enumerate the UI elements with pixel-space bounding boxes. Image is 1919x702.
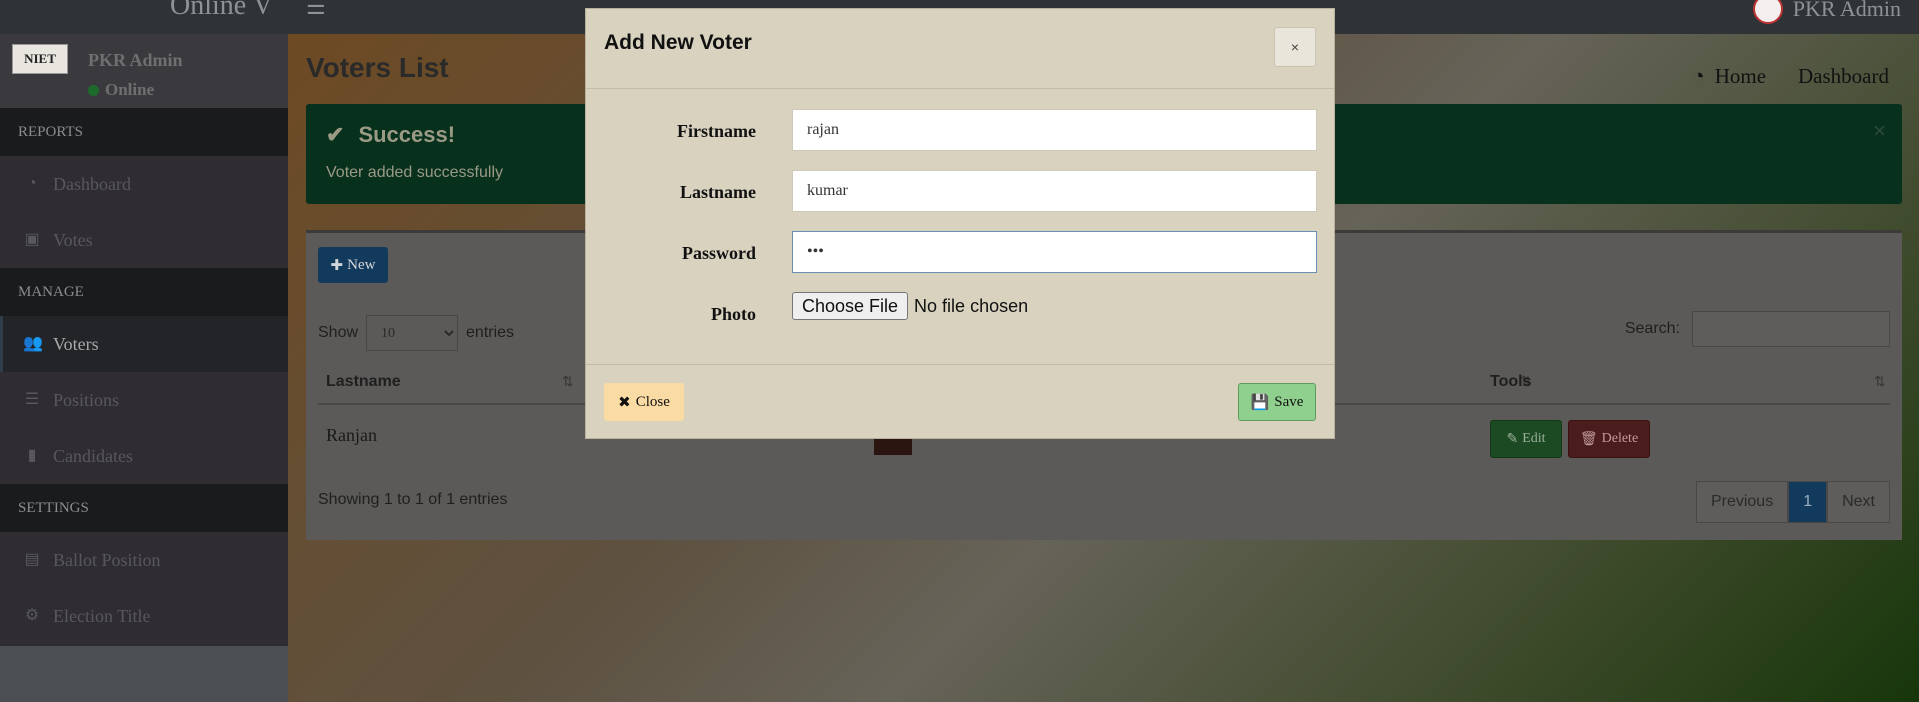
show-label: Show	[318, 324, 359, 341]
cogs-icon: ⚙	[24, 607, 40, 624]
firstname-field[interactable]	[792, 109, 1317, 151]
save-button[interactable]: 💾 Save	[1238, 383, 1316, 421]
alert-message: Voter added successfully	[326, 164, 503, 181]
sort-icon[interactable]: ⇅	[1874, 373, 1886, 390]
new-button-label: New	[347, 256, 376, 273]
menu-toggle-icon[interactable]: ☰	[306, 0, 326, 20]
breadcrumb-home[interactable]: ◔ Home	[1692, 64, 1766, 89]
sidebar-item-candidates[interactable]: ▮ Candidates	[0, 428, 288, 484]
column-header-lastname[interactable]: Lastname	[326, 373, 401, 391]
modal-header: Add New Voter ×	[586, 9, 1334, 89]
edit-icon: ✎	[1506, 431, 1519, 447]
table-search: Search:	[1625, 311, 1890, 347]
search-label: Search:	[1624, 320, 1680, 337]
save-icon: 💾	[1250, 394, 1270, 411]
check-icon: ✔	[326, 122, 345, 147]
sidebar-item-votes[interactable]: ▣ Votes	[0, 212, 288, 268]
edit-button[interactable]: ✎ Edit	[1490, 420, 1562, 458]
entries-select[interactable]: 10	[366, 315, 459, 351]
choose-file-button[interactable]: Choose File	[792, 292, 909, 320]
modal-title: Add New Voter	[604, 31, 752, 54]
sidebar-item-label: Voters	[53, 333, 99, 354]
cell-lastname: Ranjan	[326, 425, 377, 445]
new-voter-button[interactable]: ✚ New	[318, 247, 388, 283]
entries-length-control: Show 10 entries	[318, 315, 514, 351]
lastname-label: Lastname	[680, 182, 756, 202]
users-icon: 👥	[23, 335, 43, 352]
pagination: Previous 1 Next	[1695, 481, 1890, 523]
sidebar-item-label: Positions	[53, 389, 120, 410]
user-name: PKR Admin	[1792, 0, 1901, 21]
save-button-label: Save	[1274, 393, 1304, 410]
photo-file-input: Choose File No file chosen	[792, 292, 1028, 320]
photo-label: Photo	[711, 304, 756, 324]
password-label: Password	[681, 243, 756, 263]
lastname-field[interactable]	[792, 170, 1317, 212]
sidebar-user-name: PKR Admin	[88, 50, 183, 70]
user-panel: NIET PKR Admin Online	[0, 34, 288, 108]
file-icon: ▤	[24, 551, 40, 568]
trash-icon: 🗑	[1579, 431, 1598, 447]
alert-title: Success!	[358, 122, 456, 147]
edit-label: Edit	[1522, 431, 1546, 446]
sidebar-item-ballot-position[interactable]: ▤ Ballot Position	[0, 532, 288, 588]
delete-button[interactable]: 🗑 Delete	[1568, 420, 1650, 458]
firstname-row: Firstname	[586, 109, 1336, 151]
breadcrumb-home-label: Home	[1714, 64, 1767, 88]
sidebar-item-label: Ballot Position	[53, 549, 161, 570]
modal-footer: ✖ Close 💾 Save	[586, 364, 1334, 439]
section-header-manage: MANAGE	[0, 268, 288, 316]
sidebar-item-election-title[interactable]: ⚙ Election Title	[0, 588, 288, 644]
sidebar-footer	[0, 646, 288, 702]
online-status: Online	[88, 80, 154, 100]
lock-icon: ▣	[24, 231, 40, 248]
plus-icon: ✚	[330, 257, 344, 274]
pagination-previous[interactable]: Previous	[1695, 481, 1789, 523]
sort-icon[interactable]: ⇅	[562, 373, 574, 390]
file-status: No file chosen	[914, 295, 1029, 316]
badge-icon: ▮	[27, 447, 37, 464]
modal-close-icon[interactable]: ×	[1274, 27, 1316, 67]
sidebar-item-label: Dashboard	[53, 173, 131, 194]
page-title: Voters List	[306, 52, 449, 83]
alert-close-icon[interactable]: ×	[1873, 118, 1886, 144]
sidebar-item-dashboard[interactable]: ◔ Dashboard	[0, 156, 288, 212]
pagination-page-1[interactable]: 1	[1788, 481, 1828, 523]
password-field[interactable]	[792, 231, 1317, 273]
column-header-tools[interactable]: Tools	[1490, 373, 1531, 391]
close-icon: ✖	[618, 394, 631, 411]
dashboard-icon: ◔	[1692, 64, 1705, 88]
search-input[interactable]	[1692, 311, 1890, 347]
sidebar-item-label: Candidates	[53, 445, 133, 466]
pagination-next[interactable]: Next	[1827, 481, 1890, 523]
status-label: Online	[105, 80, 155, 99]
breadcrumb: ◔ Home Dashboard	[1692, 64, 1889, 89]
close-button[interactable]: ✖ Close	[604, 383, 684, 421]
sidebar-item-label: Votes	[53, 229, 93, 250]
sidebar: NIET PKR Admin Online REPORTS ◔ Dashboar…	[0, 34, 288, 646]
sidebar-item-voters[interactable]: 👥 Voters	[0, 316, 288, 372]
section-header-reports: REPORTS	[0, 108, 288, 156]
section-header-settings: SETTINGS	[0, 484, 288, 532]
avatar	[1752, 0, 1783, 24]
lastname-row: Lastname	[586, 170, 1336, 212]
dashboard-icon: ◔	[27, 175, 37, 192]
delete-label: Delete	[1601, 431, 1639, 446]
table-info: Showing 1 to 1 of 1 entries	[318, 491, 508, 508]
breadcrumb-current: Dashboard	[1798, 64, 1889, 88]
password-row: Password	[586, 231, 1336, 273]
add-voter-modal: Add New Voter × Firstname Lastname Passw…	[585, 8, 1335, 439]
user-menu[interactable]: PKR Admin	[1752, 0, 1901, 24]
list-icon: ☰	[24, 391, 40, 408]
alert-heading: ✔ Success!	[326, 122, 455, 148]
firstname-label: Firstname	[677, 121, 756, 141]
close-button-label: Close	[635, 393, 670, 410]
entries-label: entries	[466, 324, 515, 341]
photo-row: Photo Choose File No file chosen	[586, 292, 1336, 334]
college-logo: NIET	[12, 44, 68, 74]
sidebar-item-positions[interactable]: ☰ Positions	[0, 372, 288, 428]
sidebar-item-label: Election Title	[53, 605, 151, 626]
app-brand[interactable]: Online V	[170, 0, 273, 22]
status-dot-icon	[88, 84, 99, 96]
